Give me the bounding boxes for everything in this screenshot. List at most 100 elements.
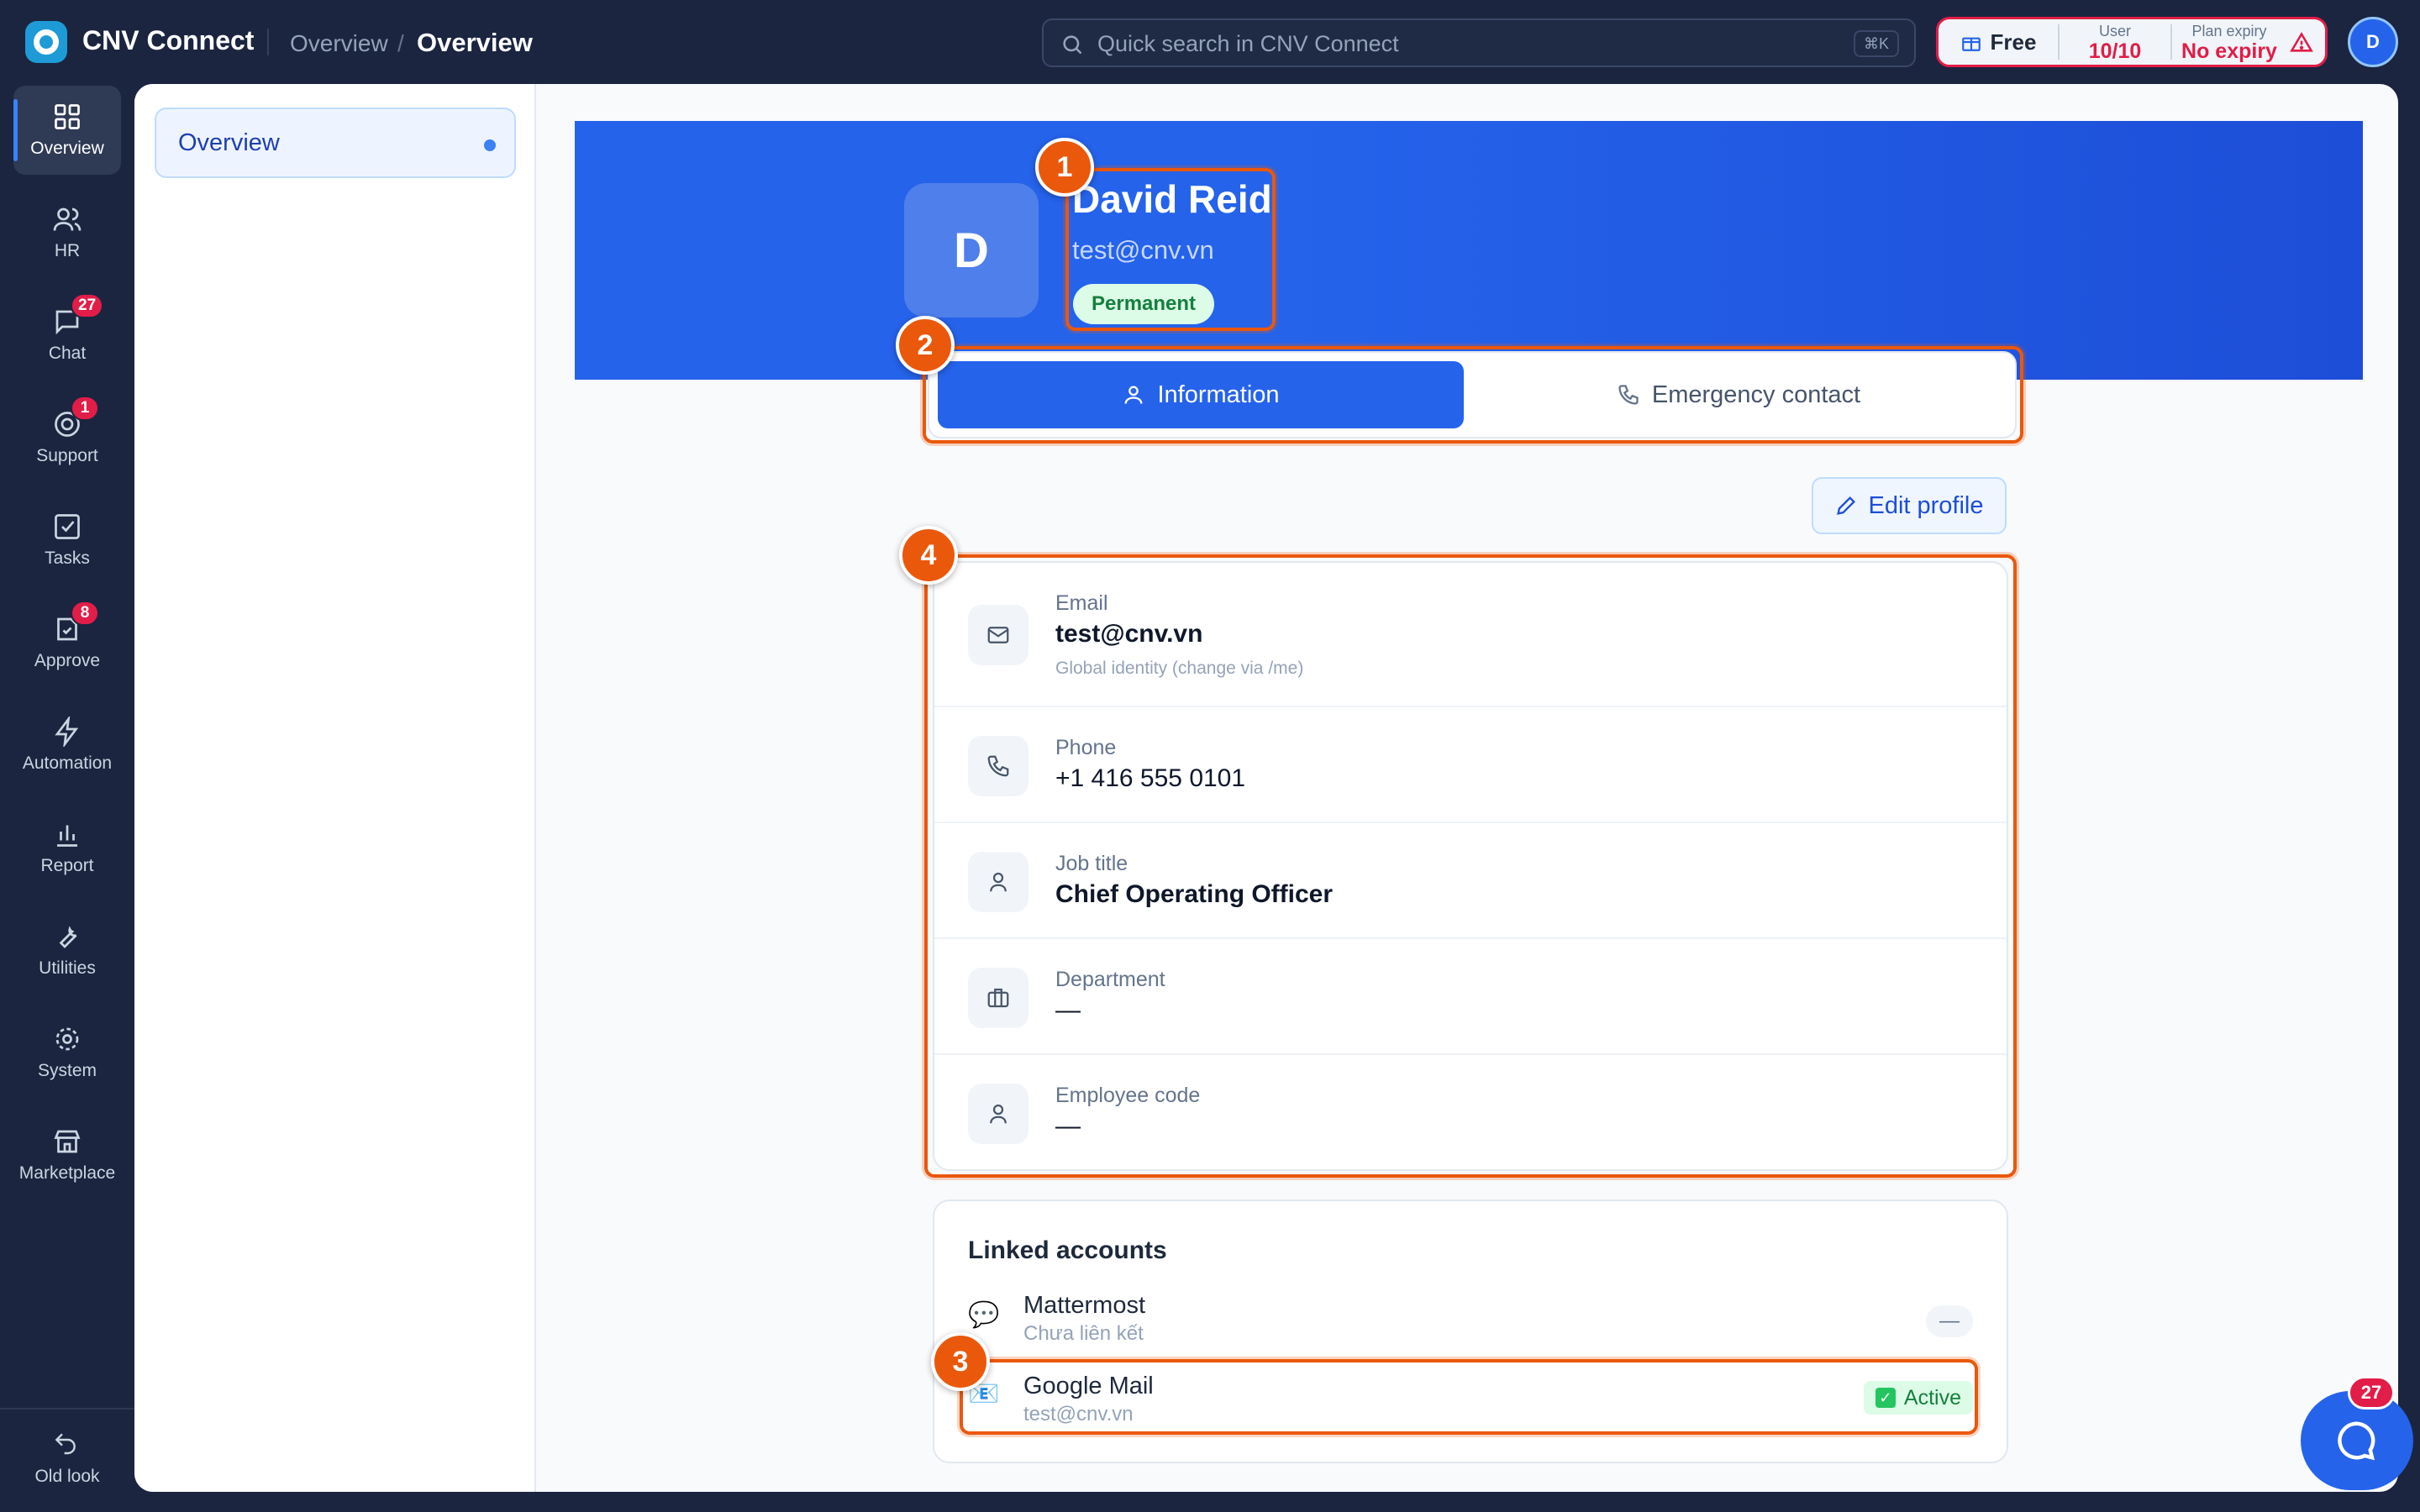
sub-sidebar: Overview [134,84,536,1492]
edit-profile-label: Edit profile [1868,491,1984,519]
wrench-icon [52,921,82,952]
approve-icon: 8 [52,601,99,644]
account-sub: Chưa liên kết [1023,1322,1144,1345]
account-name: Mattermost [1023,1292,1146,1319]
chat-badge: 27 [71,293,104,318]
annotation-marker-2: 2 [896,316,955,375]
gift-icon [1961,37,1981,51]
rail-item-overview[interactable]: Overview [13,86,121,175]
main-frame: Overview D David Reid test@cnv.vn Perman… [134,84,2398,1492]
chat-icon: 27 [52,293,104,337]
plan-widget[interactable]: Free User 10/10 Plan expiry No expiry [1936,17,2328,67]
users-icon [52,204,82,234]
breadcrumb-parent[interactable]: Overview [290,30,388,57]
mail-icon [968,605,1028,665]
rail-label: Chat [48,344,87,363]
rail-label: Overview [30,139,104,158]
subnav-label: Overview [178,129,280,156]
field-value: — [1055,1112,1081,1140]
rail-item-utilities[interactable]: Utilities [13,906,121,995]
check-icon: ✓ [1875,1388,1896,1408]
field-label: Employee code [1055,1084,1201,1107]
search-input[interactable] [1097,27,1820,60]
account-status-label: Active [1903,1385,1961,1410]
rail-label: Automation [22,753,113,773]
info-row-job-title: Job title Chief Operating Officer [934,823,2007,939]
annotation-marker-1: 1 [1035,138,1094,197]
info-row-employee-code: Employee code — [934,1055,2007,1169]
app-title: CNV Connect [82,25,255,55]
plan-expiry-value: No expiry [2181,39,2277,63]
plan-expiry: Plan expiry No expiry [2172,23,2286,63]
active-dot [484,139,496,151]
rail-label: Marketplace [18,1163,116,1183]
rail-item-hr[interactable]: HR [13,188,121,277]
checkbox-icon [52,512,82,542]
rail-item-chat[interactable]: 27 Chat [13,291,121,380]
user-avatar[interactable]: D [2348,17,2398,67]
phone-icon [1618,385,1639,405]
search-icon [1063,35,1082,55]
rail-label: Tasks [45,549,90,568]
info-card: Email test@cnv.vn Global identity (chang… [933,561,2008,1171]
chat-fab-button[interactable]: 27 [2297,1376,2415,1509]
rail-label: Utilities [39,958,96,978]
plan-user-label: User [2098,23,2131,39]
subnav-item-overview[interactable]: Overview [155,108,516,178]
app-logo-icon[interactable] [25,21,67,63]
divider [267,29,269,55]
user-icon [1124,386,1143,404]
briefcase-icon [968,968,1028,1028]
rail-label: Support [36,446,98,465]
field-hint: Global identity (change via /me) [1055,659,1304,678]
tab-information[interactable]: Information [938,361,1464,428]
profile-email: test@cnv.vn [1072,235,1214,265]
divider [0,1408,134,1410]
rail-label: Old look [34,1467,100,1486]
field-value: test@cnv.vn [1055,620,1203,648]
profile-banner [575,121,2363,380]
breadcrumb-current: Overview [417,28,533,57]
store-icon [52,1126,82,1157]
rail-item-marketplace[interactable]: Marketplace [13,1110,121,1200]
plan-expiry-label: Plan expiry [2191,23,2267,39]
user-icon [968,852,1028,912]
search-box[interactable]: ⌘K [1042,18,1916,67]
rail-item-tasks[interactable]: Tasks [13,496,121,585]
plan-user-value: 10/10 [2088,39,2142,63]
phone-icon [968,736,1028,796]
account-status-pill: — [1926,1305,1973,1337]
approve-badge: 8 [71,601,99,626]
rail-item-system[interactable]: System [13,1008,121,1097]
rail-label: Report [40,856,94,875]
info-row-department: Department — [934,939,2007,1055]
bolt-icon [52,715,82,748]
rail-item-approve[interactable]: 8 Approve [13,598,121,687]
left-rail: Overview HR 27 Chat 1 Support Tasks 8 Ap… [0,84,134,1512]
profile-avatar: D [904,183,1039,318]
rail-item-automation[interactable]: Automation [13,701,121,790]
profile-tabs: Information Emergency contact [928,351,2017,438]
account-sub: test@cnv.vn [1023,1403,1134,1425]
warning-icon [2290,31,2313,52]
speech-bubble-icon: 💬 [968,1301,1000,1329]
linked-accounts-title: Linked accounts [968,1236,1167,1264]
profile-name: David Reid [1072,177,1272,221]
plan-name[interactable]: Free [1939,19,2058,65]
tab-emergency-contact[interactable]: Emergency contact [1476,361,2002,428]
field-label: Department [1055,968,1165,991]
tab-label: Emergency contact [1651,381,1861,408]
rail-label: Approve [34,651,101,670]
old-look-button[interactable]: Old look [13,1418,121,1499]
account-status-pill: ✓ Active [1863,1381,1973,1415]
rail-label: HR [54,241,81,260]
field-value: +1 416 555 0101 [1055,764,1246,792]
plan-user-count: User 10/10 [2060,23,2170,63]
grid-icon [52,102,82,132]
field-value: — [1055,996,1081,1024]
breadcrumb-separator: / [397,30,404,56]
rail-item-report[interactable]: Report [13,803,121,892]
pencil-icon [1837,496,1856,515]
rail-item-support[interactable]: 1 Support [13,393,121,482]
edit-profile-button[interactable]: Edit profile [1812,477,2007,534]
